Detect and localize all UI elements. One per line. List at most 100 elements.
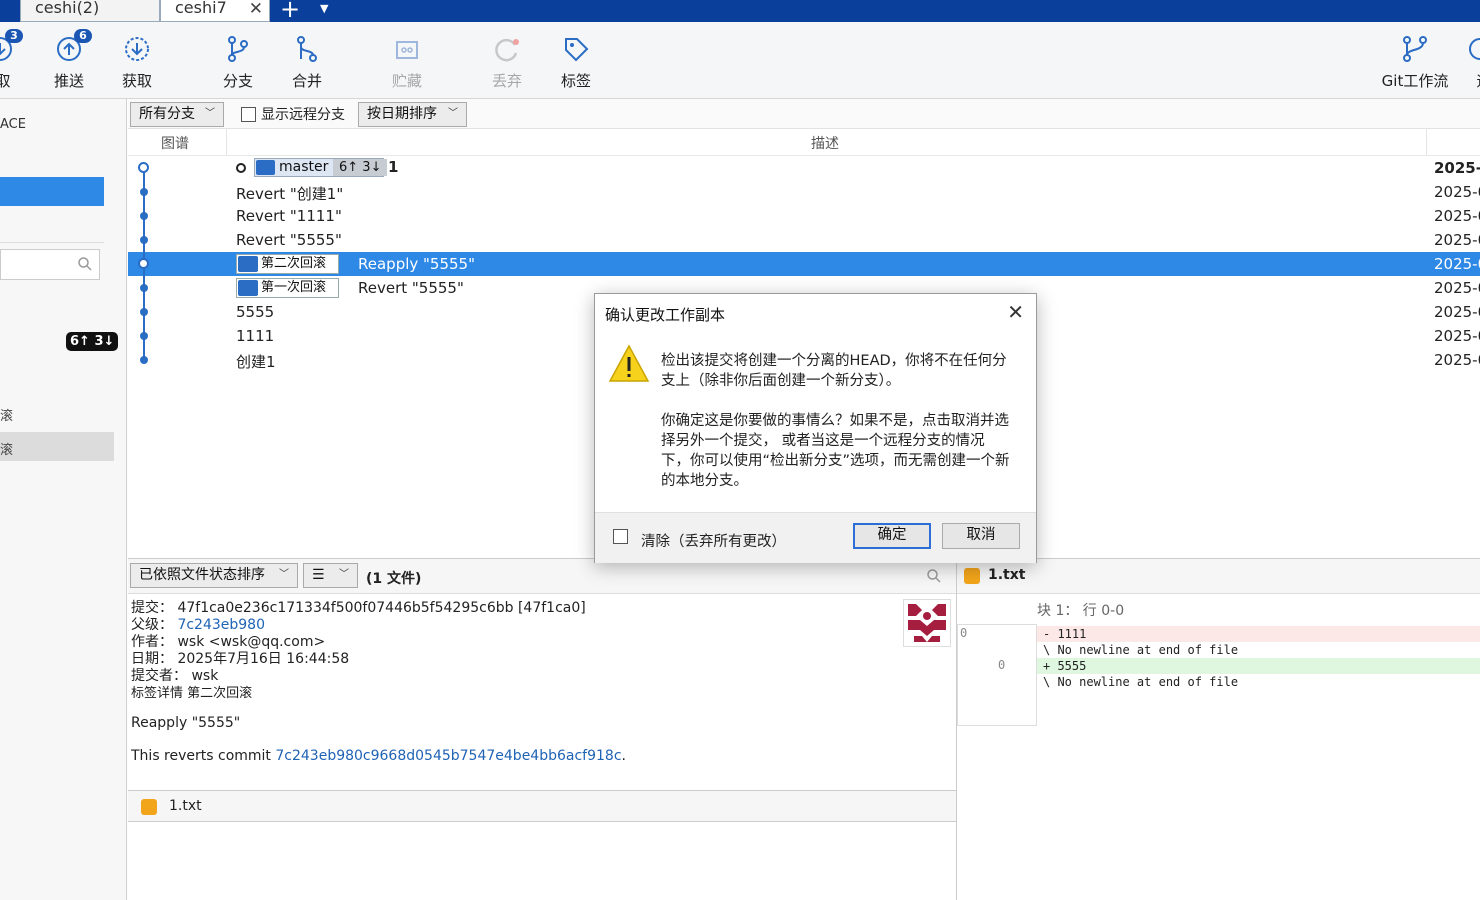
branch-label-master[interactable]: master 6↑ 3↓ <box>254 158 388 177</box>
commit-date: 2025-0 <box>1434 183 1480 201</box>
hunk-header: 块 1： 行 0-0 <box>1037 603 1125 619</box>
show-remote-label: 显示远程分支 <box>261 107 345 123</box>
close-icon[interactable]: ✕ <box>1007 300 1024 324</box>
discard-changes-checkbox[interactable] <box>613 529 628 544</box>
diff-line-deleted: - 1111 <box>1037 626 1480 642</box>
cancel-button[interactable]: 取消 <box>942 523 1020 549</box>
sidebar-item-selected[interactable] <box>0 177 104 206</box>
list-icon: ☰ <box>312 567 325 583</box>
commit-date: 2025-0 <box>1434 279 1480 297</box>
graph-node <box>140 356 148 364</box>
diff-header: 1.txt <box>957 558 1480 594</box>
file-list-empty-area <box>128 822 956 900</box>
tab-label: ceshi(2) <box>35 0 100 17</box>
chevron-down-icon: ﹀ <box>205 108 215 119</box>
commit-row[interactable]: master 6↑ 3↓ 1 2025-0 <box>128 156 1480 180</box>
old-line-number: 0 <box>960 626 968 640</box>
add-tab-button[interactable]: + <box>280 0 300 21</box>
file-sort-dropdown[interactable]: 已依照文件状态排序 ﹀ <box>130 563 298 588</box>
fetch-badge: 3 <box>5 29 23 43</box>
gitflow-label: Git工作流 <box>1381 72 1449 90</box>
reverts-line: This reverts commit 7c243eb980c9668d0545… <box>131 748 626 764</box>
dialog-message-line: 检出该提交将创建一个分离的HEAD，你将不在任何分 <box>661 353 1007 369</box>
commit-row[interactable]: Revert "5555" 2025-0 <box>128 228 1480 252</box>
discard-icon <box>495 38 519 62</box>
commit-message: 1 <box>388 158 399 176</box>
chevron-down-icon: ﹀ <box>339 569 349 580</box>
file-row[interactable]: 1.txt <box>128 791 956 822</box>
tag-icon <box>238 256 258 272</box>
sort-dropdown[interactable]: 按日期排序 ﹀ <box>358 102 467 127</box>
commit-date: 2025-0 <box>1434 351 1480 369</box>
diff-line-added: + 5555 <box>1037 658 1480 674</box>
branch-name: master <box>279 159 329 175</box>
list-mode-dropdown[interactable]: ☰ ﹀ <box>303 563 358 588</box>
file-name: 1.txt <box>169 798 202 814</box>
remote-icon <box>1469 38 1480 60</box>
branch-icon <box>228 36 248 62</box>
search-icon[interactable] <box>926 568 942 584</box>
reverts-hash-link[interactable]: 7c243eb980c9668d0545b7547e4be4bb6acf918c <box>275 748 621 764</box>
commit-date: 2025-0 <box>1434 231 1480 249</box>
sidebar-item-tag2-highlight[interactable] <box>0 432 114 461</box>
dialog-message-line: 下，你可以使用“检出新分支”选项，而无需创建一个新 <box>661 453 1010 469</box>
dialog-message-line: 择另外一个提交， 或者当这是一个远程分支的情况 <box>661 433 985 449</box>
chevron-down-icon: ﹀ <box>279 569 289 580</box>
discard-button[interactable]: 丢弃 <box>472 22 542 99</box>
tab-ceshi7[interactable]: ceshi7 ✕ <box>160 0 270 22</box>
ahead-behind-count: 6↑ 3↓ <box>333 159 388 176</box>
commit-message: Revert "5555" <box>236 231 342 249</box>
tag-button[interactable]: 标签 <box>541 22 611 99</box>
tag-detail-label: 标签详情 <box>131 686 184 701</box>
commit-row[interactable]: Revert "1111" 2025-0 <box>128 204 1480 228</box>
close-tab-icon[interactable]: ✕ <box>249 0 263 18</box>
branch-filter-dropdown[interactable]: 所有分支 ﹀ <box>130 102 224 127</box>
commit-message: Reapply "5555" <box>358 255 475 273</box>
gitflow-button[interactable]: Git工作流 <box>1372 22 1458 99</box>
confirm-checkout-dialog: 确认更改工作副本 ✕ 检出该提交将创建一个分离的HEAD，你将不在任何分 支上（… <box>594 293 1037 563</box>
ok-button[interactable]: 确定 <box>853 523 931 549</box>
fetch-label: 取 <box>0 72 11 90</box>
graph-node <box>140 236 148 244</box>
remote-button[interactable]: 远 <box>1460 22 1480 99</box>
push-button[interactable]: 6 推送 <box>34 22 104 99</box>
commit-message: 创建1 <box>236 353 276 371</box>
merge-label: 合并 <box>291 72 322 90</box>
graph-column-header[interactable]: 图谱 <box>161 133 189 153</box>
gitflow-icon <box>1403 36 1427 62</box>
tab-ceshi-2[interactable]: ceshi(2) <box>20 0 160 22</box>
commit-row[interactable]: Revert "创建1" 2025-0 <box>128 180 1480 204</box>
sidebar-item-tag1[interactable]: 滚 <box>0 405 13 424</box>
dialog-message-line: 的本地分支。 <box>661 473 748 489</box>
tag-label-second-rollback[interactable]: 第二次回滚 <box>236 254 340 274</box>
commit-row-selected[interactable]: 第二次回滚 Reapply "5555" 2025-0 <box>128 252 1480 276</box>
head-indicator-icon <box>236 163 246 173</box>
diff-line-context: \ No newline at end of file <box>1043 675 1239 689</box>
description-column-header[interactable]: 描述 <box>811 133 839 153</box>
graph-node <box>140 332 148 340</box>
commit-message: Revert "创建1" <box>236 185 344 203</box>
stash-button[interactable]: 贮藏 <box>372 22 442 99</box>
tab-menu-chevron-icon[interactable]: ▼ <box>320 2 328 15</box>
show-remote-checkbox[interactable] <box>241 107 256 122</box>
fetch-button[interactable]: 3 取 <box>0 22 35 99</box>
avatar <box>903 599 951 647</box>
pull-button[interactable]: 获取 <box>102 22 172 99</box>
push-badge: 6 <box>74 29 92 43</box>
branch-button[interactable]: 分支 <box>203 22 273 99</box>
commit-date: 2025-0 <box>1434 303 1480 321</box>
dialog-title: 确认更改工作副本 <box>605 306 726 324</box>
tag-icon <box>565 38 589 62</box>
stash-label: 贮藏 <box>391 72 422 90</box>
sidebar-search-input[interactable] <box>0 249 100 280</box>
graph-node <box>140 284 148 292</box>
merge-button[interactable]: 合并 <box>272 22 342 99</box>
sidebar-item-tag2[interactable]: 滚 <box>0 439 13 458</box>
reverts-suffix: . <box>621 748 626 764</box>
tag-label-first-rollback[interactable]: 第一次回滚 <box>236 278 340 298</box>
pull-label: 获取 <box>121 72 152 90</box>
commit-date: 2025-0 <box>1434 159 1480 177</box>
merge-icon <box>297 36 317 62</box>
toolbar: 3 取 6 推送 获取 分支 合并 贮藏 丢弃 标签 Git工作流 远 <box>0 22 1480 99</box>
discard-label: 丢弃 <box>491 72 522 90</box>
